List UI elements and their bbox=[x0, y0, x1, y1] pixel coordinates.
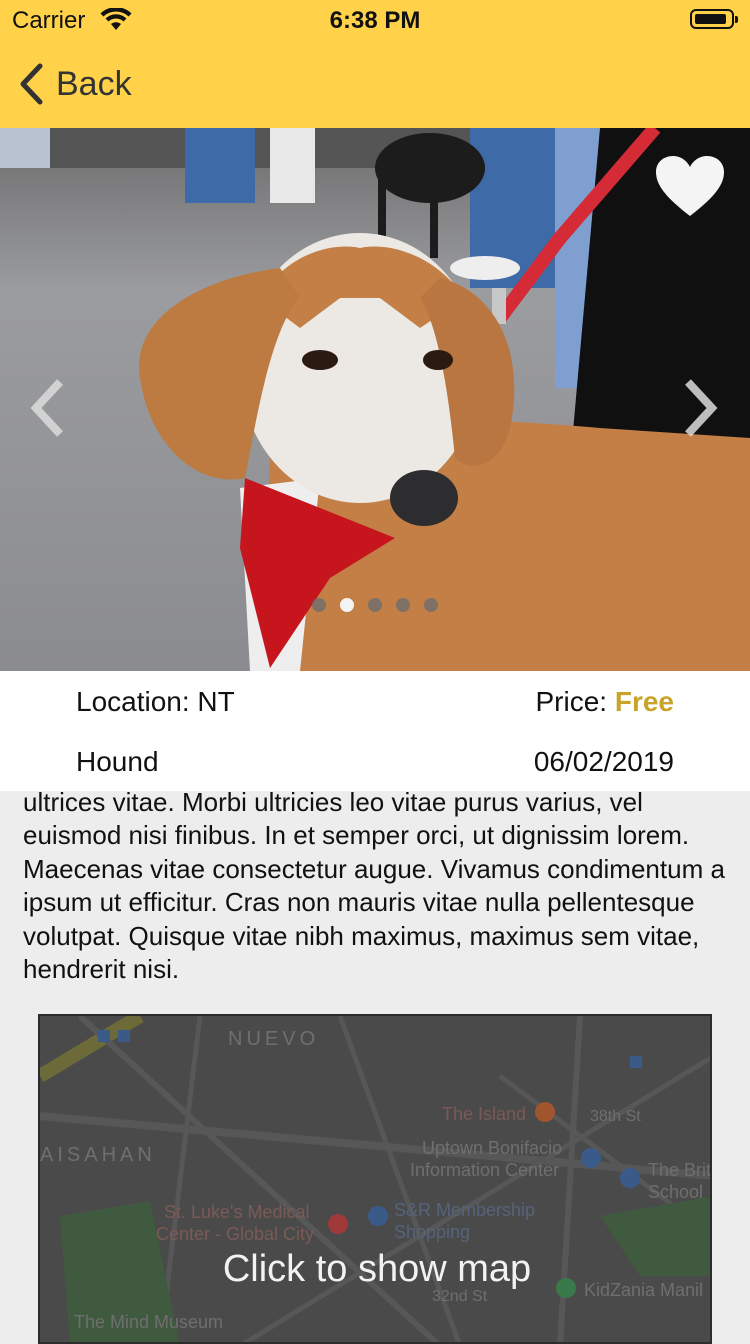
map-poi-label: Shopping bbox=[394, 1222, 471, 1242]
map-poi-label: St. Luke's Medical bbox=[164, 1202, 310, 1222]
map-district-label: NUEVO bbox=[228, 1028, 320, 1050]
page-dot[interactable] bbox=[368, 598, 382, 612]
map-poi-label: Information Center bbox=[410, 1160, 560, 1180]
map-poi-label: Uptown Bonifacio bbox=[422, 1138, 563, 1158]
map-poi-label: S&R Membership bbox=[394, 1200, 536, 1220]
description-text: ultrices vitae. Morbi ultricies leo vita… bbox=[23, 787, 725, 985]
price-value: Free bbox=[614, 686, 674, 717]
date-label: 06/02/2019 bbox=[533, 746, 674, 777]
page-dot[interactable] bbox=[424, 598, 438, 612]
header-bar: Carrier 6:38 PM Back bbox=[0, 0, 750, 128]
details-card: Location: NT Price: Free Hound 06/02/201… bbox=[0, 671, 750, 791]
price: Price: Free bbox=[535, 686, 674, 718]
photo-gallery[interactable] bbox=[0, 128, 750, 671]
location-label: Location: NT bbox=[76, 686, 235, 717]
show-map-button[interactable]: Click to show map bbox=[40, 1248, 710, 1291]
map-district-label: AISAHAN bbox=[40, 1144, 156, 1166]
back-label: Back bbox=[56, 64, 132, 103]
map-street-label: 38th St bbox=[590, 1108, 641, 1125]
map-poi-label: School bbox=[648, 1182, 704, 1202]
page-indicator[interactable] bbox=[0, 598, 750, 612]
battery-icon bbox=[690, 9, 738, 29]
status-bar: Carrier 6:38 PM bbox=[0, 0, 750, 40]
next-photo-icon[interactable] bbox=[680, 378, 720, 438]
map-poi-label: Center - Global City bbox=[156, 1224, 315, 1244]
page-dot[interactable] bbox=[396, 598, 410, 612]
price-label: Price: bbox=[535, 686, 608, 717]
chevron-left-icon bbox=[20, 63, 43, 105]
page-dot[interactable] bbox=[312, 598, 326, 612]
dog-photo bbox=[0, 128, 750, 671]
map-poi-label: The Island bbox=[442, 1104, 527, 1124]
back-button[interactable]: Back bbox=[18, 60, 132, 108]
map-poi-label: The Mind Museum bbox=[74, 1312, 224, 1332]
favorite-heart-icon[interactable] bbox=[654, 154, 726, 220]
breed-label: Hound bbox=[76, 746, 159, 777]
clock: 6:38 PM bbox=[329, 7, 421, 34]
map-poi-label: The Brit bbox=[648, 1160, 712, 1180]
previous-photo-icon[interactable] bbox=[28, 378, 68, 438]
page-dot[interactable] bbox=[340, 598, 354, 612]
map-preview[interactable]: NUEVO AISAHAN The Island Uptown Bonifaci… bbox=[38, 1014, 712, 1344]
